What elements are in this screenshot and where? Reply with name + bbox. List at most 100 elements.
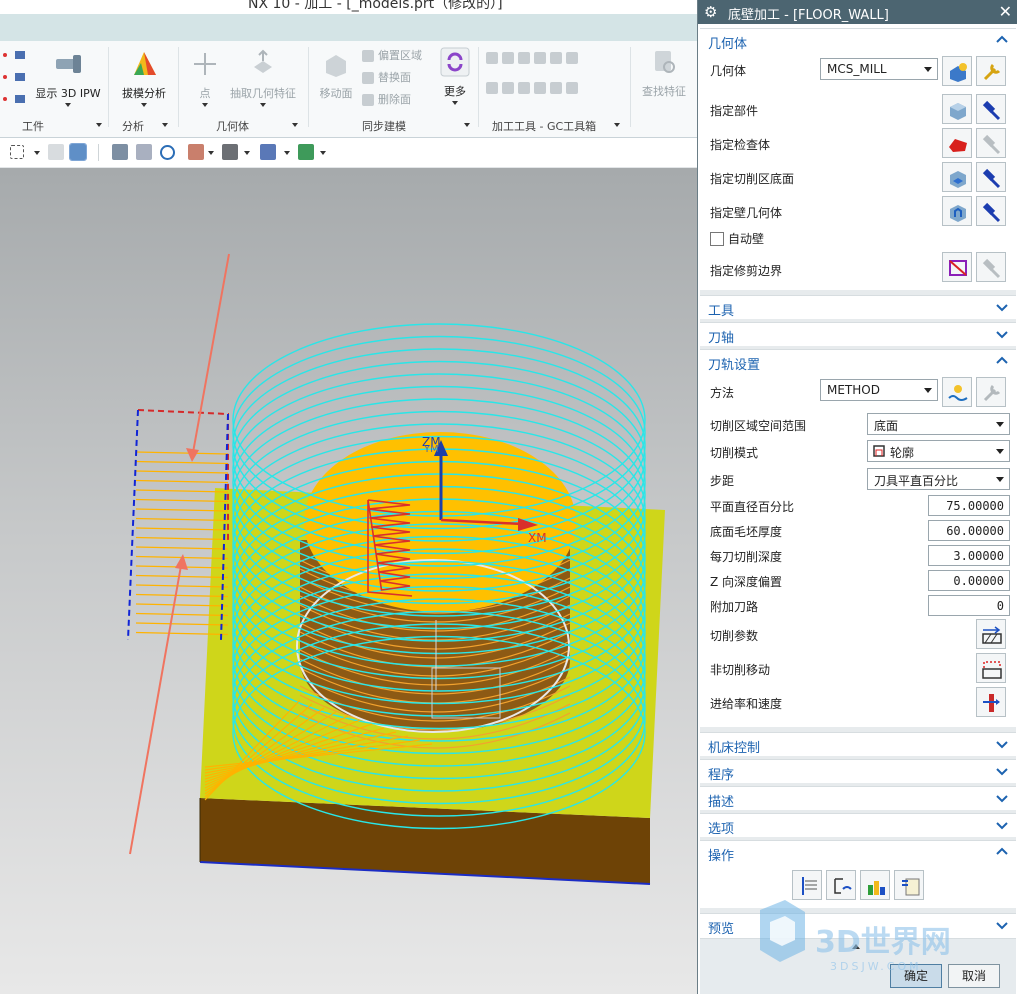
wireframe-icon[interactable] [48, 144, 64, 160]
move-face-button[interactable]: 移动面 [314, 49, 358, 101]
chevron-down-icon[interactable] [284, 151, 290, 155]
replay-button[interactable] [826, 870, 856, 900]
specify-trim-button[interactable] [942, 252, 972, 282]
section-geometry-header[interactable]: 几何体 [700, 28, 1016, 54]
cutting-params-button[interactable] [976, 619, 1006, 649]
point-button[interactable]: 点 [186, 49, 224, 107]
chevron-down-icon [996, 449, 1004, 454]
section-preview-header[interactable]: 预览 [700, 913, 1016, 939]
more-button[interactable]: 更多 [436, 47, 474, 105]
display-check-button[interactable] [976, 128, 1006, 158]
selection-box-icon[interactable] [10, 145, 24, 159]
verify-button[interactable] [860, 870, 890, 900]
view-orientation-icon[interactable] [188, 144, 204, 160]
auto-wall-checkbox[interactable] [710, 232, 724, 246]
collapse-up-icon[interactable] [852, 944, 860, 949]
new-method-button[interactable] [942, 377, 972, 407]
display-trim-button[interactable] [976, 252, 1006, 282]
list-button[interactable] [894, 870, 924, 900]
floor-stock-input[interactable]: 60.00000 [928, 520, 1010, 541]
feeds-speeds-icon [983, 694, 1000, 712]
section-path-settings-header[interactable]: 刀轨设置 [700, 349, 1016, 375]
chevron-down-icon[interactable] [464, 123, 470, 127]
draft-analysis-button[interactable]: 拔模分析 [115, 49, 173, 107]
extract-geometry-button[interactable]: 抽取几何特征 [226, 49, 300, 107]
section-geometry-body: 几何体 MCS_MILL 指定部件 指定检查体 指定切削区底面 指定壁几何体 自… [700, 52, 1016, 290]
specify-part-button[interactable] [942, 94, 972, 124]
depth-per-cut-input[interactable]: 3.00000 [928, 545, 1010, 566]
rotate-icon[interactable] [160, 145, 175, 160]
close-button[interactable]: ✕ [999, 2, 1012, 21]
specify-check-button[interactable] [942, 128, 972, 158]
shaded-view-icon[interactable] [69, 143, 87, 161]
chevron-down-icon[interactable] [320, 151, 326, 155]
graphics-viewport[interactable]: ZM YM XM [0, 168, 697, 994]
generate-button[interactable] [792, 870, 822, 900]
find-feature-icon [655, 51, 675, 73]
ok-button[interactable]: 确定 [890, 964, 942, 988]
section-description-header[interactable]: 描述 [700, 786, 1016, 812]
profile-pattern-icon [873, 445, 885, 457]
section-tool-header[interactable]: 工具 [700, 295, 1016, 321]
section-path-settings-body: 方法 METHOD 切削区域空间范围 底面 切削模式 轮廓 步距 刀具平直百分比… [700, 373, 1016, 727]
chevron-down-icon [996, 331, 1008, 339]
non-cutting-button[interactable] [976, 653, 1006, 683]
show-3d-ipw-button[interactable]: 显示 3D IPW [34, 49, 102, 107]
fit-view-icon[interactable] [112, 144, 128, 160]
generate-toolpath-icon [802, 877, 817, 895]
floor-face-icon [950, 171, 966, 188]
group-label-geometry: 几何体 [216, 120, 249, 133]
display-floor-button[interactable] [976, 162, 1006, 192]
section-program-header[interactable]: 程序 [700, 759, 1016, 785]
app-titlebar: NX 10 - 加工 - [_models.prt（修改的）] [0, 0, 697, 14]
edge-display-icon[interactable] [298, 144, 314, 160]
stepover-label: 步距 [710, 474, 735, 488]
specify-floor-button[interactable] [942, 162, 972, 192]
feeds-speeds-label: 进给率和速度 [710, 697, 783, 711]
section-options-header[interactable]: 选项 [700, 813, 1016, 839]
replace-face-button[interactable]: 替换面 [362, 69, 411, 85]
chevron-down-icon[interactable] [292, 123, 298, 127]
cut-pattern-select[interactable]: 轮廓 [867, 440, 1010, 462]
cancel-button[interactable]: 取消 [948, 964, 1000, 988]
method-select[interactable]: METHOD [820, 379, 938, 401]
additional-passes-input[interactable]: 0 [928, 595, 1010, 616]
edit-geometry-button[interactable] [976, 56, 1006, 86]
stepover-select[interactable]: 刀具平直百分比 [867, 468, 1010, 490]
gc-tools-row-2[interactable] [486, 81, 582, 94]
chevron-down-icon[interactable] [162, 123, 168, 127]
workpiece-small-tools[interactable] [0, 47, 30, 110]
specify-wall-label: 指定壁几何体 [710, 206, 783, 220]
chevron-down-icon[interactable] [34, 151, 40, 155]
section-actions-header[interactable]: 操作 [700, 840, 1016, 866]
chevron-down-icon [924, 67, 932, 72]
render-style-icon[interactable] [222, 144, 238, 160]
delete-face-button[interactable]: 删除面 [362, 91, 411, 107]
delete-face-icon [362, 94, 374, 106]
chevron-down-icon[interactable] [96, 123, 102, 127]
toolpath-model-graphic[interactable]: ZM YM XM [0, 168, 697, 994]
gc-tools-row-1[interactable] [486, 51, 582, 64]
new-geometry-button[interactable] [942, 56, 972, 86]
display-object-icon[interactable] [260, 144, 276, 160]
offset-region-button[interactable]: 偏置区域 [362, 47, 422, 63]
chevron-down-icon[interactable] [208, 151, 214, 155]
flashlight-icon [982, 202, 1001, 223]
chevron-down-icon[interactable] [614, 123, 620, 127]
find-feature-button[interactable]: 查找特征 [636, 47, 692, 99]
specify-wall-button[interactable] [942, 196, 972, 226]
chevron-down-icon[interactable] [244, 151, 250, 155]
geometry-select[interactable]: MCS_MILL [820, 58, 938, 80]
zoom-icon[interactable] [136, 144, 152, 160]
sync-more-icon [440, 47, 470, 77]
new-method-icon [948, 385, 968, 401]
flat-diameter-input[interactable]: 75.00000 [928, 495, 1010, 516]
display-part-button[interactable] [976, 94, 1006, 124]
display-wall-button[interactable] [976, 196, 1006, 226]
feeds-speeds-button[interactable] [976, 687, 1006, 717]
cut-region-select[interactable]: 底面 [867, 413, 1010, 435]
z-offset-input[interactable]: 0.00000 [928, 570, 1010, 591]
section-machine-control-header[interactable]: 机床控制 [700, 732, 1016, 758]
section-axis-header[interactable]: 刀轴 [700, 322, 1016, 348]
edit-method-button[interactable] [976, 377, 1006, 407]
